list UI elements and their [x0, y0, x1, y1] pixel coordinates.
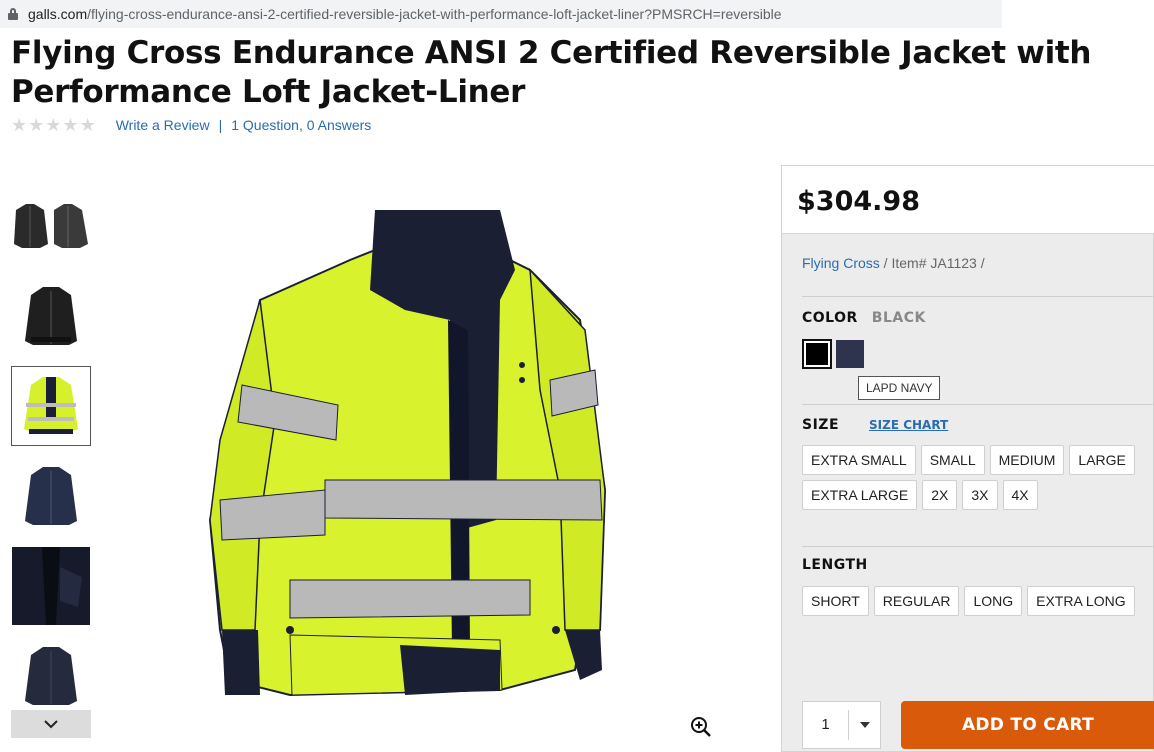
- caret-down-icon: [849, 722, 880, 728]
- thumbnail-list: [11, 186, 91, 726]
- size-option-small[interactable]: SMALL: [920, 445, 985, 475]
- item-number: / Item# JA1123 /: [879, 255, 985, 271]
- divider: [802, 404, 1154, 405]
- star-icon: ★: [45, 115, 62, 135]
- add-to-cart-button[interactable]: ADD TO CART: [901, 701, 1154, 749]
- size-option-extra-large[interactable]: EXTRA LARGE: [802, 480, 918, 510]
- brand-row: Flying Cross / Item# JA1123 /: [802, 255, 985, 271]
- size-row: SIZE SIZE CHART: [802, 417, 948, 433]
- thumbnail-liner[interactable]: [11, 636, 91, 716]
- lock-icon: [8, 8, 18, 20]
- length-option-short[interactable]: SHORT: [802, 586, 869, 616]
- color-label: COLOR: [802, 310, 858, 326]
- swatch-lapd-navy[interactable]: [836, 340, 864, 368]
- size-option-medium[interactable]: MEDIUM: [989, 445, 1065, 475]
- thumb-image: [25, 287, 77, 345]
- thumb-image: [25, 467, 77, 525]
- zoom-in-icon[interactable]: [690, 716, 712, 738]
- separator: |: [218, 117, 223, 133]
- color-value: BLACK: [871, 310, 926, 326]
- thumbnail-scroll-down-button[interactable]: [11, 710, 91, 738]
- thumbnail-black[interactable]: [11, 276, 91, 356]
- swatch-tooltip: LAPD NAVY: [858, 376, 941, 400]
- questions-link[interactable]: 1 Question, 0 Answers: [231, 117, 371, 133]
- thumbnail-navy[interactable]: [11, 456, 91, 536]
- rating-row: ★ ★ ★ ★ ★ Write a Review | 1 Question, 0…: [11, 116, 371, 134]
- size-label: SIZE: [802, 417, 840, 433]
- star-icon: ★: [28, 115, 45, 135]
- brand-link[interactable]: Flying Cross: [802, 255, 880, 271]
- thumbnail-interior[interactable]: [11, 546, 91, 626]
- product-title: Flying Cross Endurance ANSI 2 Certified …: [11, 35, 1092, 110]
- thumb-image: [12, 547, 90, 625]
- address-bar[interactable]: galls.com/flying-cross-endurance-ansi-2-…: [0, 0, 1002, 28]
- length-option-regular[interactable]: REGULAR: [873, 586, 960, 616]
- length-options: SHORT REGULAR LONG EXTRA LONG: [802, 586, 1135, 616]
- size-option-extra-small[interactable]: EXTRA SMALL: [802, 445, 916, 475]
- quantity-value: 1: [803, 710, 849, 740]
- url-domain: galls.com: [28, 6, 88, 22]
- length-option-long[interactable]: LONG: [964, 586, 1023, 616]
- color-swatches: [802, 339, 864, 369]
- size-options-row2: EXTRA LARGE 2X 3X 4X: [802, 480, 1038, 510]
- size-option-3x[interactable]: 3X: [962, 480, 998, 510]
- star-icon: ★: [62, 115, 79, 135]
- size-option-4x[interactable]: 4X: [1002, 480, 1038, 510]
- thumbnail-hi-vis[interactable]: [11, 366, 91, 446]
- size-option-2x[interactable]: 2X: [922, 480, 958, 510]
- product-price: $304.98: [797, 186, 920, 217]
- chevron-down-icon: [44, 720, 58, 729]
- swatch-black[interactable]: [802, 339, 832, 369]
- star-icon: ★: [79, 115, 96, 135]
- thumb-image: [24, 377, 78, 434]
- divider: [802, 296, 1154, 297]
- url-path: /flying-cross-endurance-ansi-2-certified…: [87, 6, 782, 22]
- star-icon: ★: [11, 115, 28, 135]
- purchase-panel: $304.98 Flying Cross / Item# JA1123 / CO…: [781, 165, 1154, 752]
- price-box: $304.98: [782, 166, 1154, 234]
- star-rating[interactable]: ★ ★ ★ ★ ★: [11, 116, 96, 134]
- main-product-image[interactable]: [200, 190, 620, 710]
- thumb-image: [25, 647, 77, 705]
- length-label: LENGTH: [802, 557, 868, 573]
- quantity-select[interactable]: 1: [802, 701, 881, 749]
- size-option-large[interactable]: LARGE: [1069, 445, 1135, 475]
- size-chart-link[interactable]: SIZE CHART: [869, 418, 948, 432]
- color-row: COLOR BLACK: [802, 310, 926, 326]
- thumbnail-black-pair[interactable]: [11, 186, 91, 266]
- thumb-image: [14, 204, 88, 248]
- size-options-row1: EXTRA SMALL SMALL MEDIUM LARGE: [802, 445, 1135, 475]
- divider: [802, 546, 1154, 547]
- length-option-extra-long[interactable]: EXTRA LONG: [1027, 586, 1135, 616]
- write-review-link[interactable]: Write a Review: [116, 117, 210, 133]
